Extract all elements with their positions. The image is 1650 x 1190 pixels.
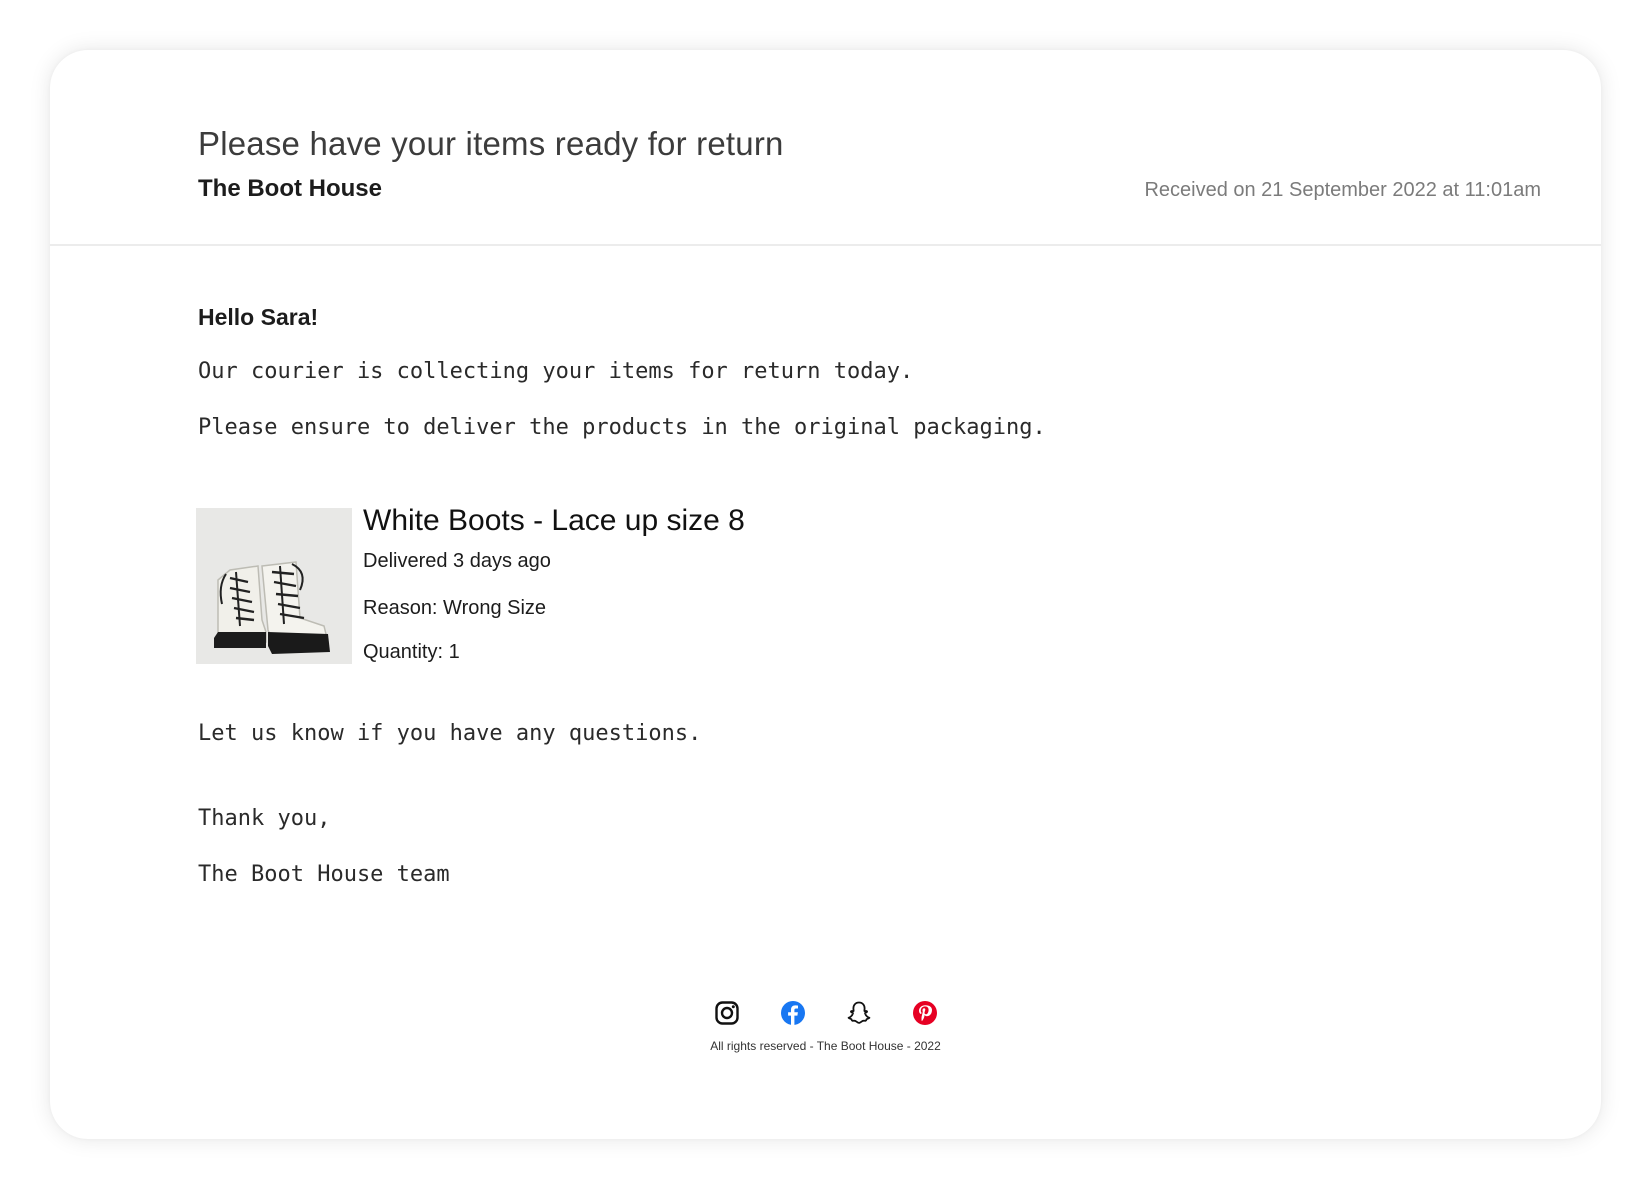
received-timestamp: Received on 21 September 2022 at 11:01am	[1144, 179, 1541, 201]
pinterest-icon[interactable]	[912, 1000, 938, 1026]
email-card: Please have your items ready for return …	[50, 50, 1601, 1139]
signature: The Boot House team	[198, 862, 450, 887]
product-title: White Boots - Lace up size 8	[363, 504, 745, 537]
message-line-2: Please ensure to deliver the products in…	[198, 415, 1046, 440]
copyright-text: All rights reserved - The Boot House - 2…	[710, 1039, 941, 1053]
email-header: Please have your items ready for return …	[50, 50, 1601, 246]
facebook-icon[interactable]	[780, 1000, 806, 1026]
email-subject: Please have your items ready for return	[198, 125, 784, 162]
delivery-status: Delivered 3 days ago	[363, 550, 551, 572]
sender-name: The Boot House	[198, 175, 382, 202]
instagram-icon[interactable]	[714, 1000, 740, 1026]
product-image	[196, 508, 352, 664]
boots-icon	[214, 561, 330, 654]
thanks-line: Thank you,	[198, 806, 331, 831]
social-links	[50, 1000, 1601, 1026]
greeting: Hello Sara!	[198, 304, 319, 330]
message-line-1: Our courier is collecting your items for…	[198, 359, 914, 384]
return-reason: Reason: Wrong Size	[363, 597, 547, 619]
snapchat-icon[interactable]	[846, 1000, 872, 1026]
closing-line: Let us know if you have any questions.	[198, 721, 702, 746]
quantity: Quantity: 1	[363, 641, 460, 663]
